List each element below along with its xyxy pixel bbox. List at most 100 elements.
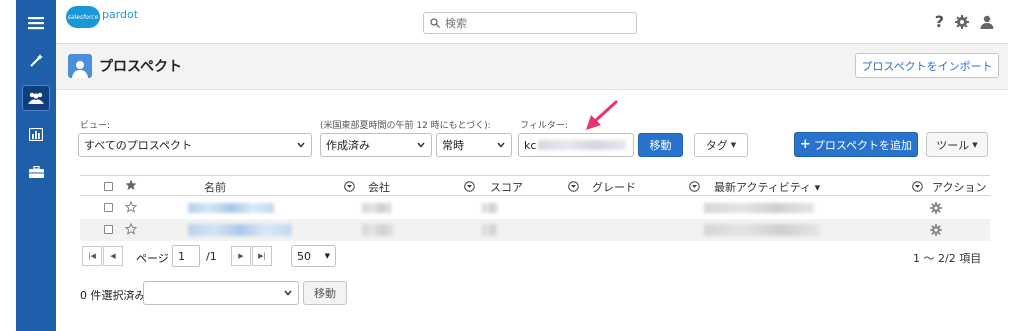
add-prospect-button[interactable]: + プロスペクトを追加 — [794, 132, 918, 157]
help-icon[interactable]: ? — [935, 14, 944, 30]
star-outline-icon[interactable] — [125, 201, 137, 213]
add-prospect-label: プロスペクトを追加 — [813, 138, 913, 152]
first-page-button[interactable]: |◀ — [82, 246, 102, 266]
caret-down-icon: ▼ — [972, 140, 978, 149]
column-header-score[interactable]: スコア — [490, 179, 523, 195]
filter-input-value: kc — [524, 138, 537, 152]
prev-page-button[interactable]: ◀ — [103, 246, 123, 266]
pardot-logo-text: pardot — [102, 7, 139, 21]
filter-input[interactable]: kc — [518, 133, 634, 157]
search-input[interactable] — [445, 16, 625, 30]
period-select[interactable]: 常時 — [436, 133, 512, 157]
date-field-select[interactable]: 作成済み — [320, 133, 432, 157]
redacted-name[interactable] — [188, 224, 292, 236]
star-outline-icon[interactable] — [125, 223, 137, 235]
per-page-select[interactable]: 50 ▼ — [291, 245, 336, 267]
column-filter-icon[interactable] — [689, 181, 700, 192]
view-select[interactable]: すべてのプロスペクト — [78, 133, 312, 157]
page-number-value: 1 — [178, 249, 185, 263]
gear-icon[interactable] — [930, 202, 942, 214]
next-page-icon: ▶ — [238, 252, 244, 260]
redacted-score — [482, 224, 498, 236]
users-icon — [28, 92, 44, 104]
star-icon[interactable] — [125, 179, 137, 191]
sidebar-item-marketing[interactable] — [16, 44, 56, 78]
tools-dropdown-button[interactable]: ツール ▼ — [926, 132, 988, 157]
bar-chart-icon — [29, 127, 43, 141]
sidebar-item-admin[interactable] — [16, 155, 56, 189]
logo[interactable]: salesforce pardot — [66, 6, 138, 28]
page-label: ページ — [136, 252, 169, 265]
tag-dropdown-button[interactable]: タグ ▼ — [694, 133, 748, 157]
column-header-company[interactable]: 会社 — [368, 179, 390, 195]
first-page-icon: |◀ — [88, 252, 96, 260]
page-title: プロスペクト — [99, 59, 183, 75]
search-icon — [430, 18, 440, 28]
column-filter-icon[interactable] — [344, 181, 355, 192]
sidebar-item-reports[interactable] — [16, 117, 56, 151]
magic-wand-icon — [30, 54, 43, 67]
chevron-down-icon — [497, 142, 505, 148]
period-value: 常時 — [442, 139, 464, 152]
redacted-company — [362, 224, 394, 236]
column-header-name[interactable]: 名前 — [204, 179, 226, 195]
redacted-text — [538, 140, 627, 150]
selected-count-label: 0 件選択済み: — [80, 289, 150, 302]
record-range: 1 〜 2/2 項目 — [913, 252, 982, 265]
gear-icon[interactable] — [955, 15, 969, 29]
prospect-page-icon — [68, 54, 92, 78]
view-label: ビュー: — [80, 121, 111, 131]
annotation-arrow — [586, 100, 618, 130]
chevron-down-icon — [297, 142, 305, 148]
briefcase-icon — [28, 166, 44, 178]
redacted-name[interactable] — [188, 203, 274, 213]
caret-down-icon: ▼ — [324, 252, 330, 260]
salesforce-logo: salesforce — [66, 6, 100, 28]
top-icons: ? — [935, 14, 994, 30]
hamburger-icon — [28, 17, 44, 30]
menu-toggle-button[interactable] — [16, 6, 56, 40]
next-page-button[interactable]: ▶ — [231, 246, 251, 266]
timezone-label: (米国東部夏時間の午前 12 時にもとづく): — [320, 121, 491, 131]
row-checkbox[interactable] — [104, 225, 113, 234]
column-filter-icon[interactable] — [912, 181, 923, 192]
select-all-checkbox[interactable] — [104, 182, 113, 191]
chevron-down-icon — [284, 290, 292, 296]
bulk-move-button[interactable]: 移動 — [303, 281, 347, 305]
import-prospects-button[interactable]: プロスペクトをインポート — [855, 53, 999, 78]
caret-down-icon: ▼ — [730, 141, 737, 149]
search-box — [423, 12, 637, 34]
sidebar-item-prospects[interactable] — [16, 81, 56, 115]
app-frame: salesforce pardot ? プロスペクト — [0, 0, 1024, 331]
table-row[interactable] — [80, 219, 990, 241]
gear-icon[interactable] — [930, 224, 942, 236]
row-checkbox[interactable] — [104, 203, 113, 212]
column-filter-icon[interactable] — [464, 181, 475, 192]
table-header: 名前 会社 スコア グレード 最新アクティビティ ▾ アクション — [80, 175, 990, 196]
sidebar — [16, 0, 56, 331]
date-field-value: 作成済み — [326, 139, 370, 152]
last-page-button[interactable]: ▶| — [252, 246, 272, 266]
bulk-action-select[interactable] — [143, 281, 299, 305]
filter-label: フィルター: — [520, 121, 568, 131]
page-number-input[interactable]: 1 — [172, 245, 200, 267]
table-row[interactable] — [80, 197, 990, 219]
column-header-action: アクション — [932, 181, 987, 194]
plus-icon: + — [799, 137, 811, 152]
user-icon[interactable] — [980, 15, 994, 29]
redacted-activity — [704, 224, 820, 236]
last-page-icon: ▶| — [258, 252, 266, 260]
redacted-score — [482, 203, 498, 213]
top-bar: salesforce pardot ? — [56, 0, 1008, 44]
window-margin — [0, 0, 16, 331]
redacted-company — [362, 203, 392, 213]
column-header-grade[interactable]: グレード — [592, 179, 636, 195]
page-total: /1 — [206, 250, 217, 263]
column-header-activity[interactable]: 最新アクティビティ ▾ — [714, 179, 820, 195]
tag-button-label: タグ — [705, 139, 728, 152]
filter-move-button[interactable]: 移動 — [638, 133, 683, 157]
chevron-down-icon — [417, 142, 425, 148]
view-select-value: すべてのプロスペクト — [84, 139, 193, 152]
column-filter-icon[interactable] — [568, 181, 579, 192]
redacted-activity — [704, 203, 814, 213]
